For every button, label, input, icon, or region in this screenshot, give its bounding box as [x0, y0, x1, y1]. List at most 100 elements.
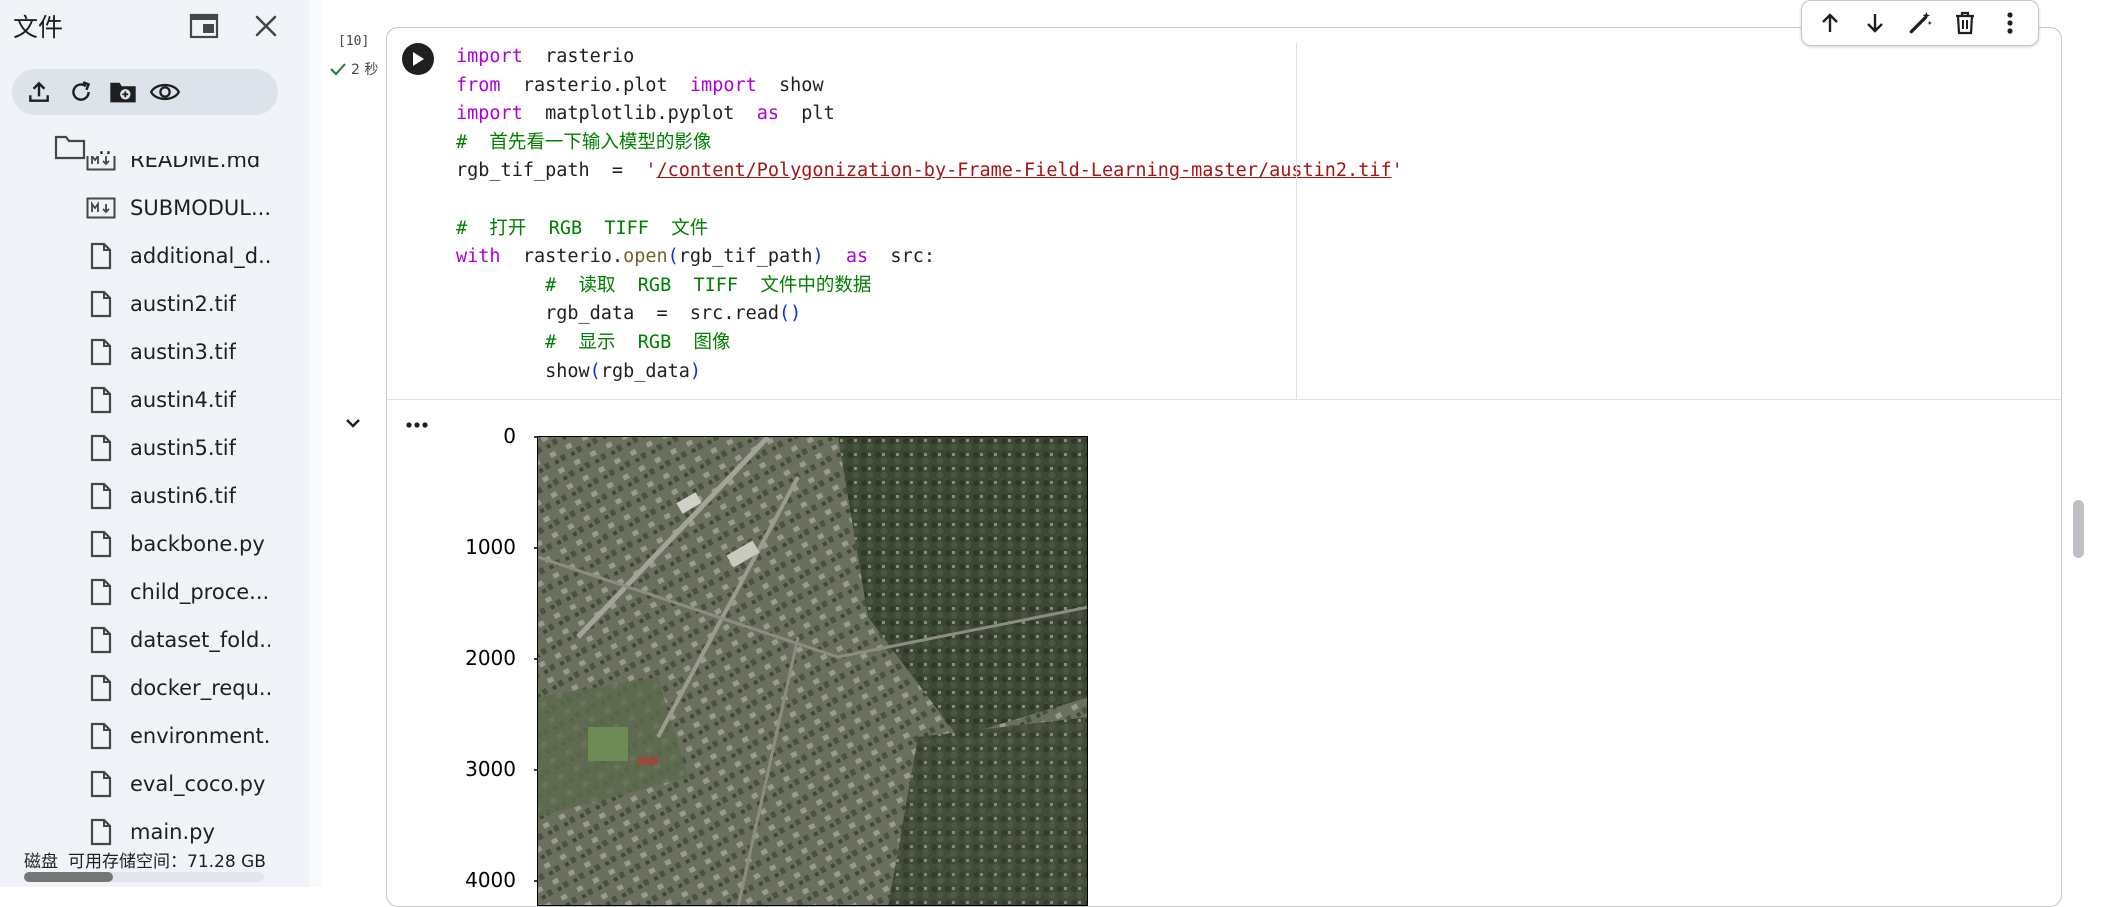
file-item[interactable]: README.md — [0, 156, 309, 184]
file-name: additional_d... — [130, 244, 270, 268]
code-text: rasterio. — [500, 246, 624, 268]
move-cell-down-button[interactable] — [1857, 5, 1893, 41]
editor-ruler — [1296, 43, 1297, 399]
execution-time-label: 2 秒 — [351, 62, 379, 78]
run-cell-button[interactable] — [402, 43, 434, 75]
move-cell-up-button[interactable] — [1812, 5, 1848, 41]
code-text: show — [756, 74, 824, 96]
paren: ) — [689, 360, 702, 382]
sidebar-title: 文件 — [13, 13, 64, 42]
code-line: show(rgb_data) — [545, 361, 701, 382]
collapse-output-button[interactable] — [340, 410, 366, 436]
file-path-link[interactable]: /content/Polygonization-by-Frame-Field-L… — [657, 160, 1392, 181]
keyword: import — [456, 103, 523, 125]
file-icon — [86, 433, 116, 463]
edit-magic-icon — [1909, 12, 1932, 34]
refresh-button[interactable] — [64, 75, 98, 109]
keyword: as — [756, 103, 780, 125]
notebook-scrollbar[interactable] — [2073, 500, 2084, 558]
code-line: rgb_tif_path = '/content/Polygonization-… — [456, 160, 1403, 181]
disk-usage-bar — [24, 872, 264, 882]
code-comment: # 打开 RGB TIFF 文件 — [456, 217, 709, 239]
cell-toolbar — [1801, 0, 2039, 46]
y-tick-label: 3000 — [465, 757, 516, 781]
more-vert-icon — [2006, 12, 2013, 34]
code-text: show — [545, 360, 590, 382]
file-item[interactable]: austin6.tif — [0, 472, 309, 520]
file-item[interactable]: environment... — [0, 712, 309, 760]
file-item[interactable]: austin5.tif — [0, 424, 309, 472]
aerial-image-render — [538, 437, 1087, 905]
file-icon — [86, 289, 116, 319]
file-icon — [86, 625, 116, 655]
paren: ) — [812, 246, 824, 268]
y-tick-label: 4000 — [465, 868, 516, 892]
close-sidebar-button[interactable] — [248, 10, 284, 42]
code-line: with rasterio.open(rgb_tif_path) as src: — [456, 246, 935, 267]
paren: ( — [667, 246, 679, 268]
arrow-up-icon — [1822, 13, 1839, 32]
disk-label: 磁盘 — [24, 852, 58, 872]
keyword: as — [845, 246, 869, 268]
y-tick-label: 2000 — [465, 646, 516, 670]
file-icon — [86, 577, 116, 607]
file-item[interactable]: child_proce... — [0, 568, 309, 616]
file-list[interactable]: README.md SUBMODUL... additional_d...austi… — [0, 156, 309, 846]
file-item[interactable]: dataset_fold... — [0, 616, 309, 664]
file-icon — [86, 241, 116, 271]
delete-cell-button[interactable] — [1947, 5, 1983, 41]
paren: ( — [589, 360, 601, 382]
edit-magic-button[interactable] — [1902, 5, 1938, 41]
markdown-icon — [86, 193, 116, 223]
toggle-hidden-button[interactable] — [148, 75, 182, 109]
file-item[interactable]: austin3.tif — [0, 328, 309, 376]
execution-time: 2 秒 — [330, 59, 378, 79]
keyword: import — [456, 46, 523, 67]
file-name: SUBMODUL... — [130, 196, 270, 220]
file-icon — [86, 385, 116, 415]
file-icon — [86, 529, 116, 559]
file-item[interactable]: eval_coco.py — [0, 760, 309, 808]
markdown-icon — [86, 156, 116, 175]
code-comment: # 首先看一下输入模型的影像 — [456, 131, 712, 153]
function-name: open — [623, 246, 668, 268]
file-item[interactable]: docker_requ... — [0, 664, 309, 712]
aerial-image — [537, 436, 1088, 906]
file-item[interactable]: austin4.tif — [0, 376, 309, 424]
new-folder-button[interactable] — [106, 75, 140, 109]
output-separator — [387, 399, 2061, 400]
file-icon — [86, 481, 116, 511]
file-item[interactable]: backbone.py — [0, 520, 309, 568]
code-text: plt — [779, 103, 835, 125]
more-actions-button[interactable] — [1992, 5, 2028, 41]
file-name: austin2.tif — [130, 292, 236, 316]
new-window-icon — [189, 13, 219, 39]
code-text: rgb_tif_path = — [456, 160, 646, 182]
file-list-content: README.md SUBMODUL... additional_d...austi… — [0, 156, 309, 846]
code-line: import matplotlib.pyplot as plt — [456, 103, 835, 124]
code-text: rgb_data = src.read — [545, 303, 780, 325]
play-icon — [413, 52, 424, 66]
file-name: child_proce... — [130, 580, 270, 604]
new-folder-icon — [110, 82, 136, 103]
file-item[interactable]: main.py — [0, 808, 309, 846]
check-icon — [330, 63, 346, 76]
paren: () — [779, 303, 802, 325]
sidebar-resize-handle[interactable] — [309, 0, 321, 887]
upload-button[interactable] — [22, 75, 56, 109]
file-name: dataset_fold... — [130, 628, 270, 652]
code-text: rasterio — [522, 46, 635, 67]
file-item[interactable]: austin2.tif — [0, 280, 309, 328]
file-name: austin6.tif — [130, 484, 236, 508]
code-editor[interactable]: import rasterio from rasterio.plot impor… — [456, 43, 1403, 386]
new-window-button[interactable] — [186, 10, 222, 42]
file-name: austin4.tif — [130, 388, 236, 412]
file-item[interactable]: additional_d... — [0, 232, 309, 280]
file-name: main.py — [130, 820, 215, 844]
code-comment: # 读取 RGB TIFF 文件中的数据 — [545, 274, 872, 296]
file-item[interactable]: SUBMODUL... — [0, 184, 309, 232]
output-actions-button[interactable] — [400, 412, 434, 438]
refresh-icon — [72, 81, 91, 101]
y-tick-label: 1000 — [465, 535, 516, 559]
